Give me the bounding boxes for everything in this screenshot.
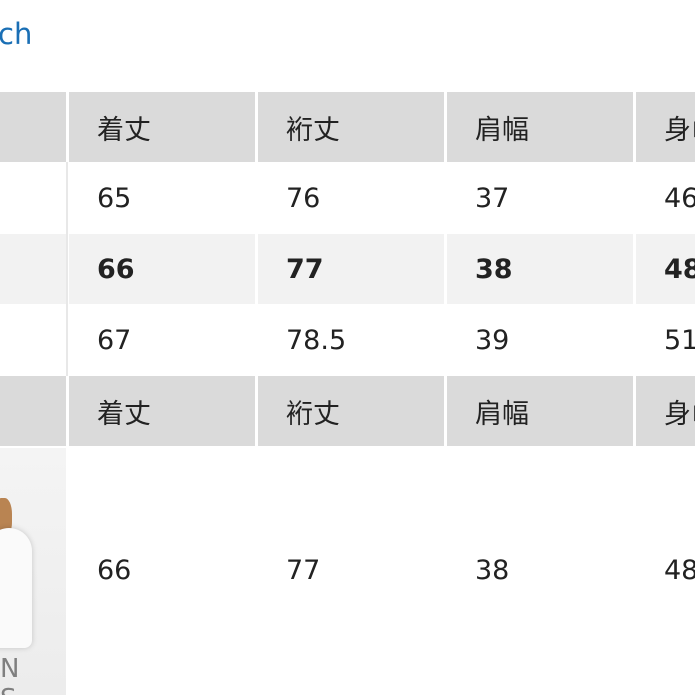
cell-body-width: 48 xyxy=(664,555,695,586)
row-label-cell xyxy=(0,234,66,304)
cell-body-width: 51 xyxy=(664,324,695,356)
brand-text: N S xyxy=(0,654,30,695)
cell-shoulder: 39 xyxy=(475,324,510,356)
table1-header-row: 着丈 裄丈 肩幅 身巾 xyxy=(0,92,695,162)
cell-sleeve: 76 xyxy=(286,182,321,214)
left-column-divider xyxy=(66,162,68,376)
table-row: 65 76 37 46 xyxy=(0,162,695,234)
cell-body-width: 48 xyxy=(636,234,695,304)
cell-length: 66 xyxy=(69,234,255,304)
cell-length: 65 xyxy=(97,182,132,214)
header-shoulder: 肩幅 xyxy=(447,92,633,162)
row-label-cell xyxy=(0,304,66,376)
header-label-cell xyxy=(0,376,66,446)
table-row: 66 77 38 48 xyxy=(0,446,695,695)
header-label-cell xyxy=(0,92,66,162)
header-sleeve: 裄丈 xyxy=(258,92,444,162)
cell-sleeve: 77 xyxy=(286,555,321,586)
top-link[interactable]: ch xyxy=(0,14,32,54)
header-length: 着丈 xyxy=(69,376,255,446)
table-row: 67 78.5 39 51 xyxy=(0,304,695,376)
cell-shoulder: 38 xyxy=(447,234,633,304)
cell-length: 67 xyxy=(97,324,132,356)
header-body-width: 身巾 xyxy=(636,92,695,162)
row-label-cell xyxy=(0,162,66,234)
product-photo: N S xyxy=(0,448,66,695)
size-chart-page: ch 着丈 裄丈 肩幅 身巾 65 76 37 46 66 77 38 48 xyxy=(0,0,695,695)
cell-sleeve: 77 xyxy=(258,234,444,304)
cell-shoulder: 37 xyxy=(475,182,510,214)
header-length: 着丈 xyxy=(69,92,255,162)
table2-header-row: 着丈 裄丈 肩幅 身巾 xyxy=(0,376,695,446)
cell-sleeve: 78.5 xyxy=(286,324,347,356)
table-row-selected: 66 77 38 48 xyxy=(0,234,695,304)
cell-length: 66 xyxy=(97,555,132,586)
header-body-width: 身巾 xyxy=(636,376,695,446)
cell-shoulder: 38 xyxy=(475,555,510,586)
model-shirt xyxy=(0,528,32,648)
cell-body-width: 46 xyxy=(664,182,695,214)
header-sleeve: 裄丈 xyxy=(258,376,444,446)
header-shoulder: 肩幅 xyxy=(447,376,633,446)
